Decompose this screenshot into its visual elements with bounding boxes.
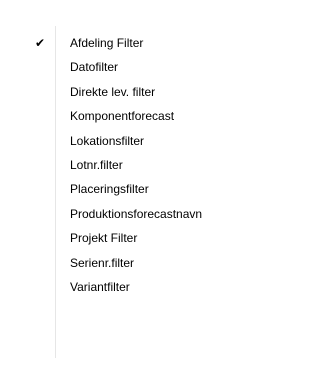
checkmark-icon: ✔ bbox=[34, 36, 46, 50]
check-slot bbox=[32, 153, 48, 177]
menu-item-projekt-filter[interactable]: Projekt Filter bbox=[0, 226, 300, 250]
menu-item-list: ✔ Afdeling Filter Datofilter Direkte lev… bbox=[0, 31, 300, 299]
menu-item-label: Datofilter bbox=[70, 60, 119, 75]
menu-item-komponentforecast[interactable]: Komponentforecast bbox=[0, 104, 300, 128]
menu-item-direkte-lev-filter[interactable]: Direkte lev. filter bbox=[0, 80, 300, 104]
menu-item-label: Projekt Filter bbox=[70, 231, 138, 246]
menu-item-lokationsfilter[interactable]: Lokationsfilter bbox=[0, 129, 300, 153]
check-slot bbox=[32, 177, 48, 201]
menu-item-placeringsfilter[interactable]: Placeringsfilter bbox=[0, 177, 300, 201]
menu-item-variantfilter[interactable]: Variantfilter bbox=[0, 275, 300, 299]
menu-item-datofilter[interactable]: Datofilter bbox=[0, 55, 300, 79]
menu-item-label: Produktionsforecastnavn bbox=[70, 206, 203, 221]
menu-item-produktionsforecastnavn[interactable]: Produktionsforecastnavn bbox=[0, 202, 300, 226]
menu-item-label: Placeringsfilter bbox=[70, 182, 149, 197]
check-slot bbox=[32, 55, 48, 79]
menu-item-label: Serienr.filter bbox=[70, 255, 135, 270]
menu-item-label: Afdeling Filter bbox=[70, 36, 144, 50]
check-slot bbox=[32, 104, 48, 128]
check-slot bbox=[32, 202, 48, 226]
menu-item-lotnr-filter[interactable]: Lotnr.filter bbox=[0, 153, 300, 177]
check-slot bbox=[32, 251, 48, 275]
check-slot bbox=[32, 226, 48, 250]
context-menu: ✔ Afdeling Filter Datofilter Direkte lev… bbox=[0, 0, 308, 365]
menu-item-label: Komponentforecast bbox=[70, 109, 175, 124]
menu-item-label: Direkte lev. filter bbox=[70, 84, 156, 99]
menu-item-label: Lokationsfilter bbox=[70, 133, 145, 148]
check-slot bbox=[32, 80, 48, 104]
check-slot bbox=[32, 129, 48, 153]
menu-item-label: Lotnr.filter bbox=[70, 157, 123, 172]
check-slot bbox=[32, 275, 48, 299]
menu-item-afdeling-filter[interactable]: ✔ Afdeling Filter bbox=[0, 31, 300, 55]
menu-item-serienr-filter[interactable]: Serienr.filter bbox=[0, 251, 300, 275]
menu-item-label: Variantfilter bbox=[70, 279, 130, 294]
